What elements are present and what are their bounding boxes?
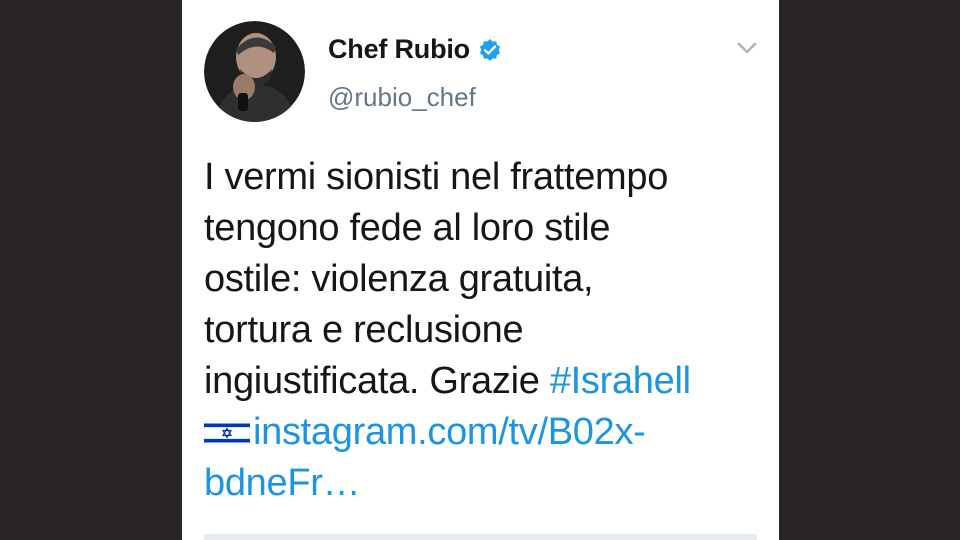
instagram-link-continued[interactable]: bdneFr…	[204, 458, 764, 509]
tweet-card: Chef Rubio @rubio_chef I vermi sionisti …	[182, 0, 779, 540]
hashtag-link[interactable]: #Israhell	[550, 360, 691, 402]
israel-flag-icon	[203, 408, 251, 446]
tweet-text: I vermi sionisti nel frattempo tengono f…	[203, 152, 764, 509]
chevron-down-icon[interactable]	[736, 40, 758, 56]
tweet-text-line: I vermi sionisti nel frattempo	[204, 156, 669, 198]
tweet-link-line: instagram.com/tv/B02x-	[203, 407, 764, 458]
tweet-text-line: tengono fede al loro stile	[204, 207, 611, 249]
verified-badge-icon	[478, 38, 502, 62]
tweet-text-line: ostile: violenza gratuita,	[204, 258, 594, 300]
tweet-text-line: tortura e reclusione	[204, 309, 524, 351]
tweet-text-line: ingiustificata. Grazie #Israhell	[204, 356, 764, 407]
divider	[204, 534, 757, 540]
tweet-text-fragment: ingiustificata. Grazie	[204, 360, 550, 402]
instagram-link[interactable]: instagram.com/tv/B02x-	[253, 411, 646, 453]
author-name-row[interactable]: Chef Rubio	[328, 34, 502, 65]
author-avatar[interactable]	[204, 21, 305, 122]
author-handle[interactable]: @rubio_chef	[328, 82, 476, 113]
author-name[interactable]: Chef Rubio	[328, 34, 470, 65]
